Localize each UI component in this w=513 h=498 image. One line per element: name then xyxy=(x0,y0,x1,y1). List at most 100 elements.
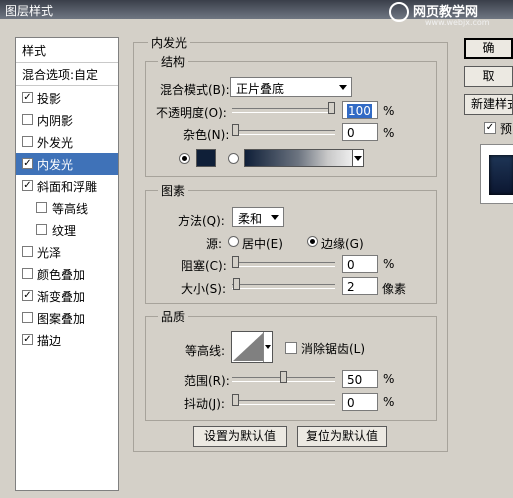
method-select[interactable]: 柔和 xyxy=(232,207,284,227)
sidebar-item-checkbox[interactable] xyxy=(22,246,33,257)
sidebar-item-label: 外发光 xyxy=(37,136,74,150)
sidebar-item-checkbox[interactable]: ✓ xyxy=(22,180,33,191)
styles-sidebar: 样式 混合选项:自定 ✓ 投影内阴影外发光 ✓ 内发光 ✓ 斜面和浮雕等高线纹理光泽颜色叠… xyxy=(15,37,119,491)
source-center-label: 居中(E) xyxy=(242,237,283,251)
opacity-slider[interactable] xyxy=(232,102,335,114)
sidebar-item-checkbox[interactable] xyxy=(22,268,33,279)
sidebar-item-4[interactable]: ✓ 内发光 xyxy=(16,153,118,175)
sidebar-item-7[interactable]: 纹理 xyxy=(16,219,118,241)
antialias-label: 消除锯齿(L) xyxy=(301,342,366,356)
source-center-radio[interactable] xyxy=(228,236,239,247)
sidebar-item-8[interactable]: 光泽 xyxy=(16,241,118,263)
preview-checkbox[interactable]: ✓ xyxy=(484,122,496,134)
blend-mode-select[interactable]: 正片叠底 xyxy=(230,77,352,97)
sidebar-item-checkbox[interactable] xyxy=(22,312,33,323)
range-unit: % xyxy=(383,372,395,386)
sidebar-item-label: 内阴影 xyxy=(37,114,74,128)
jitter-label: 抖动(J): xyxy=(184,397,225,411)
sidebar-item-5[interactable]: ✓ 斜面和浮雕 xyxy=(16,175,118,197)
cancel-button[interactable]: 取 xyxy=(464,66,513,87)
sidebar-item-checkbox[interactable]: ✓ xyxy=(22,290,33,301)
ok-button[interactable]: 确 xyxy=(464,38,513,59)
sidebar-item-2[interactable]: 内阴影 xyxy=(16,109,118,131)
source-edge-label: 边缘(G) xyxy=(321,237,364,251)
reset-default-button[interactable]: 复位为默认值 xyxy=(297,426,387,447)
sidebar-item-11[interactable]: 图案叠加 xyxy=(16,307,118,329)
sidebar-item-10[interactable]: ✓ 渐变叠加 xyxy=(16,285,118,307)
sidebar-item-checkbox[interactable]: ✓ xyxy=(22,92,33,103)
sidebar-header[interactable]: 样式 xyxy=(16,38,118,63)
contour-picker[interactable] xyxy=(231,331,273,363)
gradient-radio[interactable] xyxy=(228,153,239,164)
panel-title: 内发光 xyxy=(148,34,191,51)
choke-unit: % xyxy=(383,257,395,271)
preview-swatch xyxy=(489,155,513,195)
choke-input[interactable]: 0 xyxy=(342,255,378,273)
noise-label: 杂色(N): xyxy=(183,128,230,142)
preview-frame xyxy=(480,144,513,204)
color-radio[interactable] xyxy=(179,153,190,164)
sidebar-item-1[interactable]: ✓ 投影 xyxy=(16,87,118,109)
source-edge-radio[interactable] xyxy=(307,236,318,247)
noise-slider[interactable] xyxy=(232,124,335,136)
range-label: 范围(R): xyxy=(184,374,230,388)
jitter-slider-handle[interactable] xyxy=(232,394,239,406)
sidebar-item-3[interactable]: 外发光 xyxy=(16,131,118,153)
size-slider[interactable] xyxy=(232,278,335,290)
structure-legend: 结构 xyxy=(158,53,189,70)
sidebar-item-label: 图案叠加 xyxy=(37,312,86,326)
sidebar-blend-options[interactable]: 混合选项:自定 xyxy=(16,63,118,86)
size-unit: 像素 xyxy=(382,282,407,296)
sidebar-item-label: 光泽 xyxy=(37,246,62,260)
blend-mode-label: 混合模式(B): xyxy=(160,83,230,97)
choke-slider[interactable] xyxy=(232,256,335,268)
sidebar-item-label: 纹理 xyxy=(52,224,77,238)
opacity-slider-handle[interactable] xyxy=(328,102,335,114)
chevron-down-icon xyxy=(265,345,271,349)
elements-legend: 图素 xyxy=(158,182,189,199)
gradient-picker[interactable] xyxy=(244,149,364,167)
sidebar-item-checkbox[interactable] xyxy=(22,114,33,125)
size-slider-handle[interactable] xyxy=(233,278,240,290)
sidebar-item-checkbox[interactable]: ✓ xyxy=(22,334,33,345)
sidebar-item-label: 渐变叠加 xyxy=(37,290,86,304)
opacity-input[interactable]: 100 xyxy=(342,101,378,119)
gradient-dropdown[interactable] xyxy=(352,150,363,166)
sidebar-item-label: 颜色叠加 xyxy=(37,268,86,282)
range-input[interactable]: 50 xyxy=(342,370,378,388)
jitter-slider[interactable] xyxy=(232,394,335,406)
glow-color-swatch[interactable] xyxy=(196,149,216,167)
watermark-url: www.webjx.com xyxy=(425,18,490,27)
sidebar-item-9[interactable]: 颜色叠加 xyxy=(16,263,118,285)
contour-icon xyxy=(233,333,263,361)
sidebar-item-12[interactable]: ✓ 描边 xyxy=(16,329,118,351)
sidebar-item-checkbox[interactable] xyxy=(36,224,47,235)
sidebar-item-label: 斜面和浮雕 xyxy=(37,180,98,194)
size-label: 大小(S): xyxy=(181,282,227,296)
noise-slider-handle[interactable] xyxy=(232,124,239,136)
jitter-unit: % xyxy=(383,395,395,409)
noise-input[interactable]: 0 xyxy=(342,123,378,141)
sidebar-item-checkbox[interactable]: ✓ xyxy=(22,158,33,169)
jitter-input[interactable]: 0 xyxy=(342,393,378,411)
source-label: 源: xyxy=(206,237,223,251)
sidebar-item-label: 内发光 xyxy=(37,158,74,172)
watermark: 网页教学网 www.webjx.com xyxy=(387,0,507,30)
sidebar-item-checkbox[interactable] xyxy=(22,136,33,147)
size-input[interactable]: 2 xyxy=(342,277,378,295)
set-default-button[interactable]: 设置为默认值 xyxy=(193,426,287,447)
sidebar-item-6[interactable]: 等高线 xyxy=(16,197,118,219)
sidebar-item-label: 描边 xyxy=(37,334,62,348)
new-style-button[interactable]: 新建样式 xyxy=(464,94,513,115)
choke-slider-handle[interactable] xyxy=(232,256,239,268)
opacity-label: 不透明度(O): xyxy=(156,106,227,120)
contour-label: 等高线: xyxy=(185,344,226,358)
range-slider-handle[interactable] xyxy=(280,371,287,383)
contour-dropdown[interactable] xyxy=(263,332,272,362)
sidebar-item-label: 等高线 xyxy=(52,202,89,216)
antialias-checkbox[interactable] xyxy=(285,342,297,354)
quality-legend: 品质 xyxy=(158,308,189,325)
range-slider[interactable] xyxy=(232,371,335,383)
chevron-down-icon xyxy=(339,85,347,90)
sidebar-item-checkbox[interactable] xyxy=(36,202,47,213)
